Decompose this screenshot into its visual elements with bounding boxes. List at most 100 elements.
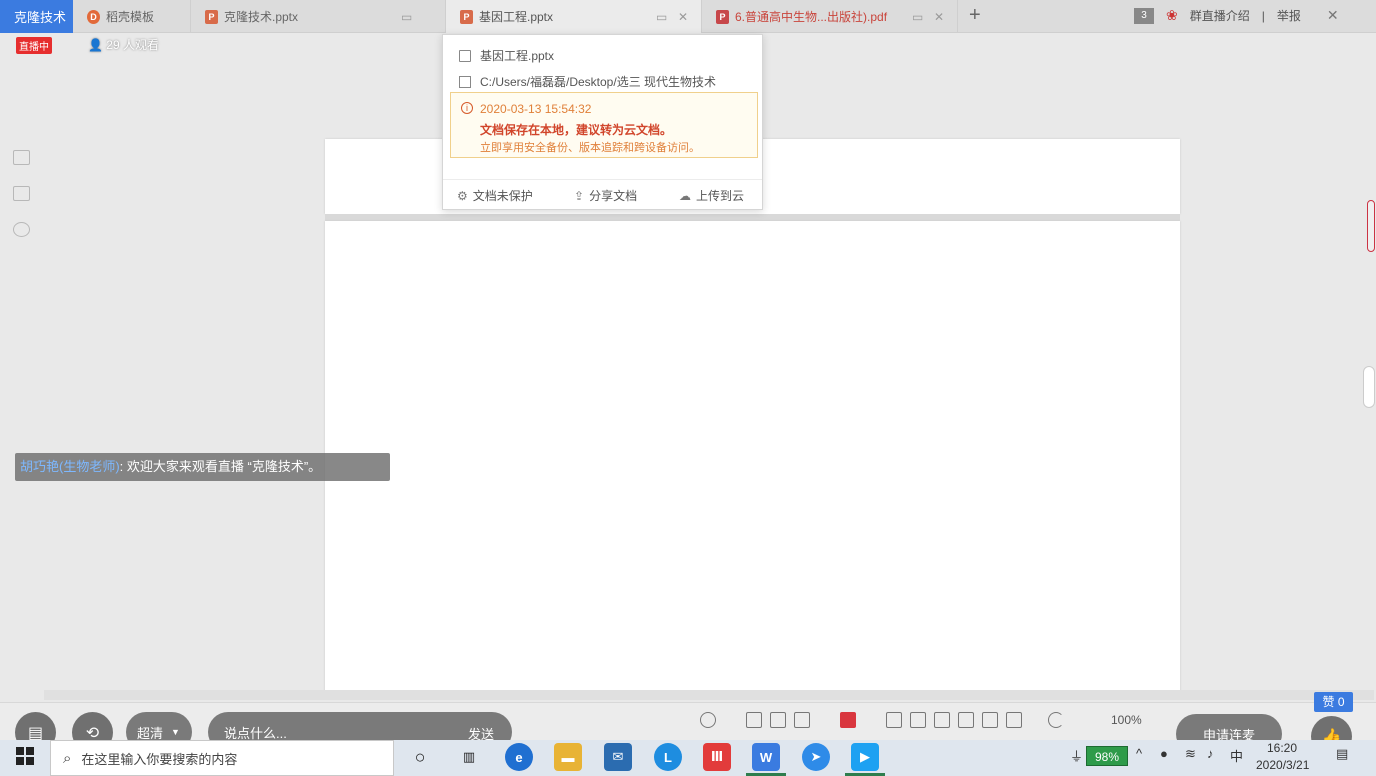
file-name-text: 基因工程.pptx	[480, 49, 555, 63]
search-placeholder: 在这里输入你要搜索的内容	[81, 751, 238, 767]
new-tab-plus-icon[interactable]: +	[969, 4, 981, 27]
chevron-up-icon[interactable]: ^	[1136, 746, 1142, 761]
fit-height-icon[interactable]	[910, 712, 926, 728]
page-scroll-handle[interactable]	[1363, 366, 1375, 408]
ppt-icon: P	[460, 9, 473, 24]
plug-icon: ⏚	[1070, 749, 1084, 764]
report-link[interactable]: 举报	[1277, 7, 1301, 24]
protect-label: 文档未保护	[472, 189, 533, 203]
file-path-text: C:/Users/福磊磊/Desktop/选三 现代生物技术	[480, 75, 717, 89]
chat-message: 胡巧艳(生物老师): 欢迎大家来观看直播 “克隆技术”。	[15, 453, 390, 481]
mail-icon[interactable]: ✉	[604, 743, 632, 771]
dingtalk-icon[interactable]: ➤	[802, 743, 830, 771]
tab-label: 稻壳模板	[106, 10, 155, 24]
zoom-level[interactable]: 100%	[1111, 713, 1142, 727]
file-explorer-icon[interactable]: ▬	[554, 743, 582, 771]
chat-sender: 胡巧艳(生物老师)	[20, 459, 120, 474]
fit-width-icon[interactable]	[886, 712, 902, 728]
close-window-icon[interactable]: ✕	[1327, 7, 1339, 24]
chevron-down-icon: ▼	[171, 727, 180, 737]
edge-icon[interactable]: e	[505, 743, 533, 771]
warning-main: 文档保存在本地，建议转为云文档。	[480, 123, 673, 137]
tab-clone-pptx[interactable]: P 克隆技术.pptx ▭	[191, 0, 446, 33]
tab-bar: 克隆技术 D 稻壳模板 P 克隆技术.pptx ▭ P 基因工程.pptx ▭ …	[0, 0, 1376, 33]
tab-biology-pdf[interactable]: P 6.普通高中生物...出版社).pdf ▭ ✕	[702, 0, 958, 33]
tab-label: 克隆技术.pptx	[224, 10, 299, 24]
cortana-icon[interactable]: ○	[406, 743, 434, 771]
ppt-icon: P	[205, 9, 218, 24]
lock-icon: ⚙	[457, 188, 468, 203]
slide-sorter-icon[interactable]	[770, 712, 786, 728]
wifi-icon[interactable]: ≋	[1185, 746, 1196, 762]
wps-icon[interactable]: W	[746, 743, 786, 776]
daoke-icon: D	[87, 9, 100, 24]
reading-view-icon[interactable]	[794, 712, 810, 728]
horizontal-scrollbar[interactable]	[44, 690, 1374, 700]
separator: |	[1261, 8, 1265, 23]
warning-sub: 立即享用安全备份、版本追踪和跨设备访问。	[480, 142, 700, 154]
popover-divider	[443, 179, 762, 180]
dual-page-icon[interactable]	[1006, 712, 1022, 728]
upload-label: 上传到云	[696, 189, 745, 203]
ime-indicator[interactable]: 中	[1230, 746, 1243, 765]
notification-icon[interactable]: ▤	[1336, 746, 1348, 762]
eye-icon[interactable]	[700, 712, 716, 728]
play-slideshow-icon[interactable]	[840, 712, 856, 728]
page-icon[interactable]	[958, 712, 974, 728]
group-intro-link[interactable]: 群直播介绍	[1190, 7, 1250, 24]
viewer-count-text: 29 人观看	[106, 38, 159, 52]
vertical-scroll-thumb[interactable]	[1367, 200, 1375, 252]
file-info-popover: 基因工程.pptx C:/Users/福磊磊/Desktop/选三 现代生物技术…	[442, 34, 763, 210]
popover-file-name: 基因工程.pptx	[459, 47, 554, 64]
outline-icon[interactable]	[13, 150, 30, 165]
chat-input-placeholder: 说点什么...	[224, 725, 287, 741]
user-avatar-icon[interactable]: ❀	[1166, 7, 1178, 24]
computer-icon	[459, 75, 471, 88]
live-app-icon[interactable]: ▶	[845, 743, 885, 776]
tab-label: 6.普通高中生物...出版社).pdf	[735, 10, 888, 24]
cloud-warning-box: i 2020-03-13 15:54:32 文档保存在本地，建议转为云文档。 立…	[450, 92, 758, 158]
viewer-count: 👤 29 人观看	[88, 36, 159, 53]
normal-view-icon[interactable]	[746, 712, 762, 728]
upload-cloud-button[interactable]: ☁ 上传到云	[679, 187, 744, 204]
shape-icon[interactable]	[13, 222, 30, 237]
red-app-icon[interactable]: Ⅲ	[703, 743, 731, 771]
share-label: 分享文档	[589, 189, 638, 203]
live-badge: 直播中	[16, 37, 52, 54]
windows-start-icon[interactable]	[16, 747, 34, 765]
monitor-icon[interactable]: ▭	[656, 10, 667, 24]
file-icon	[459, 49, 471, 62]
quality-label: 超清	[137, 725, 164, 741]
header-right-tools: 3 ❀ 群直播介绍 | 举报 ✕	[1134, 7, 1339, 24]
search-icon: ⌕	[63, 749, 72, 767]
share-icon: ⇪	[574, 188, 585, 203]
task-view-icon[interactable]: ▥	[455, 743, 483, 771]
view-mode-icons	[700, 712, 1064, 728]
image-icon[interactable]	[13, 186, 30, 201]
document-page-2	[325, 221, 1180, 691]
volume-icon[interactable]: ♪	[1207, 746, 1214, 761]
night-mode-icon[interactable]	[1048, 712, 1064, 728]
close-icon[interactable]: ✕	[934, 10, 944, 24]
taskbar-search[interactable]: ⌕ 在这里输入你要搜索的内容	[50, 740, 394, 776]
cloud-icon: ☁	[679, 188, 691, 203]
fit-page-icon[interactable]	[934, 712, 950, 728]
monitor-icon[interactable]: ▭	[401, 10, 412, 24]
status-bar	[0, 702, 1376, 740]
fullscreen-icon[interactable]	[982, 712, 998, 728]
clock-time: 16:20	[1266, 741, 1298, 755]
battery-indicator[interactable]: 98%	[1086, 746, 1128, 766]
system-clock[interactable]: 16:20 2020/3/21	[1256, 740, 1310, 774]
clock-date: 2020/3/21	[1256, 758, 1310, 772]
tab-daoke[interactable]: D 稻壳模板	[73, 0, 191, 33]
page-separator	[325, 214, 1180, 221]
app-title: 克隆技术	[0, 0, 73, 33]
microphone-icon[interactable]: ●	[1160, 746, 1168, 761]
l-app-icon[interactable]: L	[654, 743, 682, 771]
share-doc-button[interactable]: ⇪ 分享文档	[574, 187, 637, 204]
protect-doc-button[interactable]: ⚙ 文档未保护	[457, 187, 533, 204]
monitor-icon[interactable]: ▭	[912, 10, 923, 24]
page-count-badge[interactable]: 3	[1134, 7, 1154, 24]
close-icon[interactable]: ✕	[678, 10, 688, 24]
tab-gene-pptx[interactable]: P 基因工程.pptx ▭ ✕	[446, 0, 702, 33]
